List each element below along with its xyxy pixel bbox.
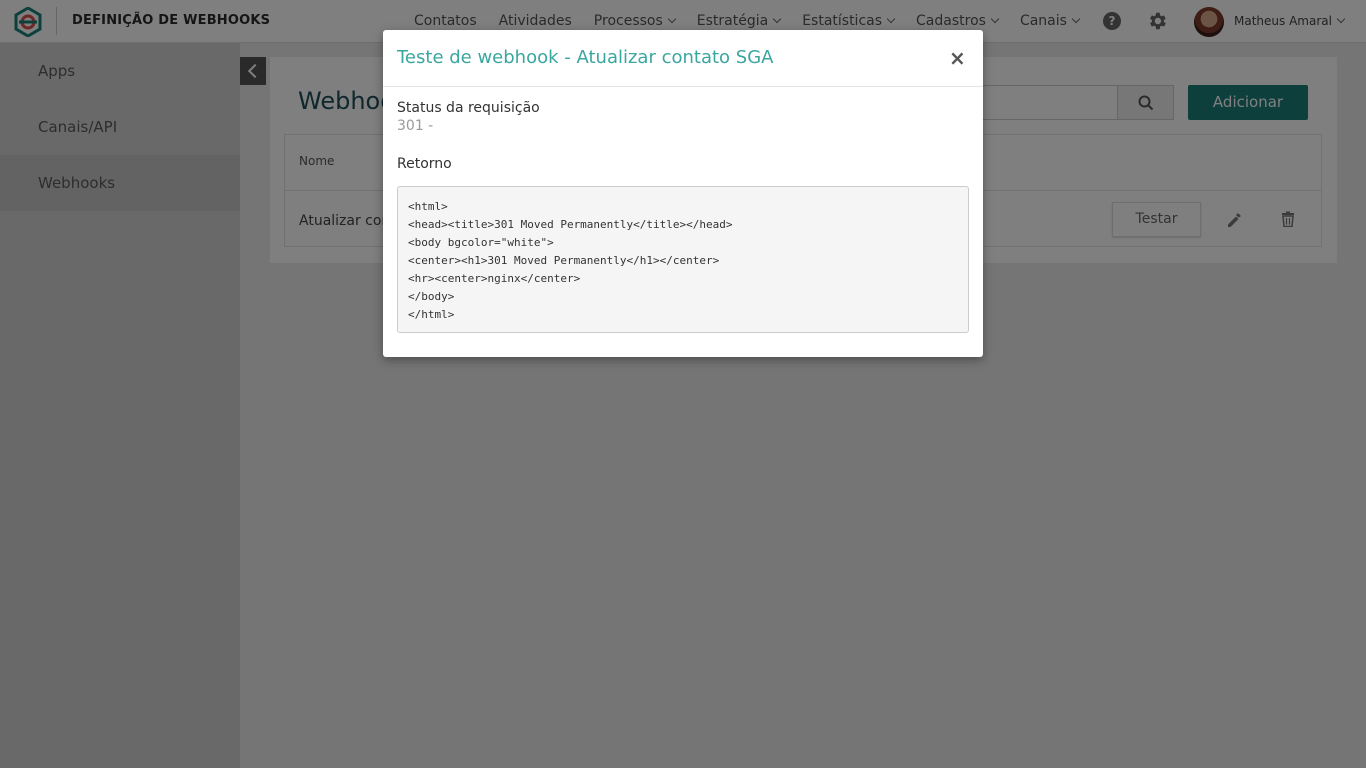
modal-header: Teste de webhook - Atualizar contato SGA… xyxy=(383,30,983,87)
status-value: 301 - xyxy=(397,118,434,134)
response-body: <html> <head><title>301 Moved Permanentl… xyxy=(397,186,969,333)
webhook-test-modal: Teste de webhook - Atualizar contato SGA… xyxy=(383,30,983,357)
return-label: Retorno xyxy=(397,156,452,172)
close-icon[interactable]: × xyxy=(949,48,966,68)
modal-title: Teste de webhook - Atualizar contato SGA xyxy=(397,47,774,68)
status-label: Status da requisição xyxy=(397,100,540,116)
